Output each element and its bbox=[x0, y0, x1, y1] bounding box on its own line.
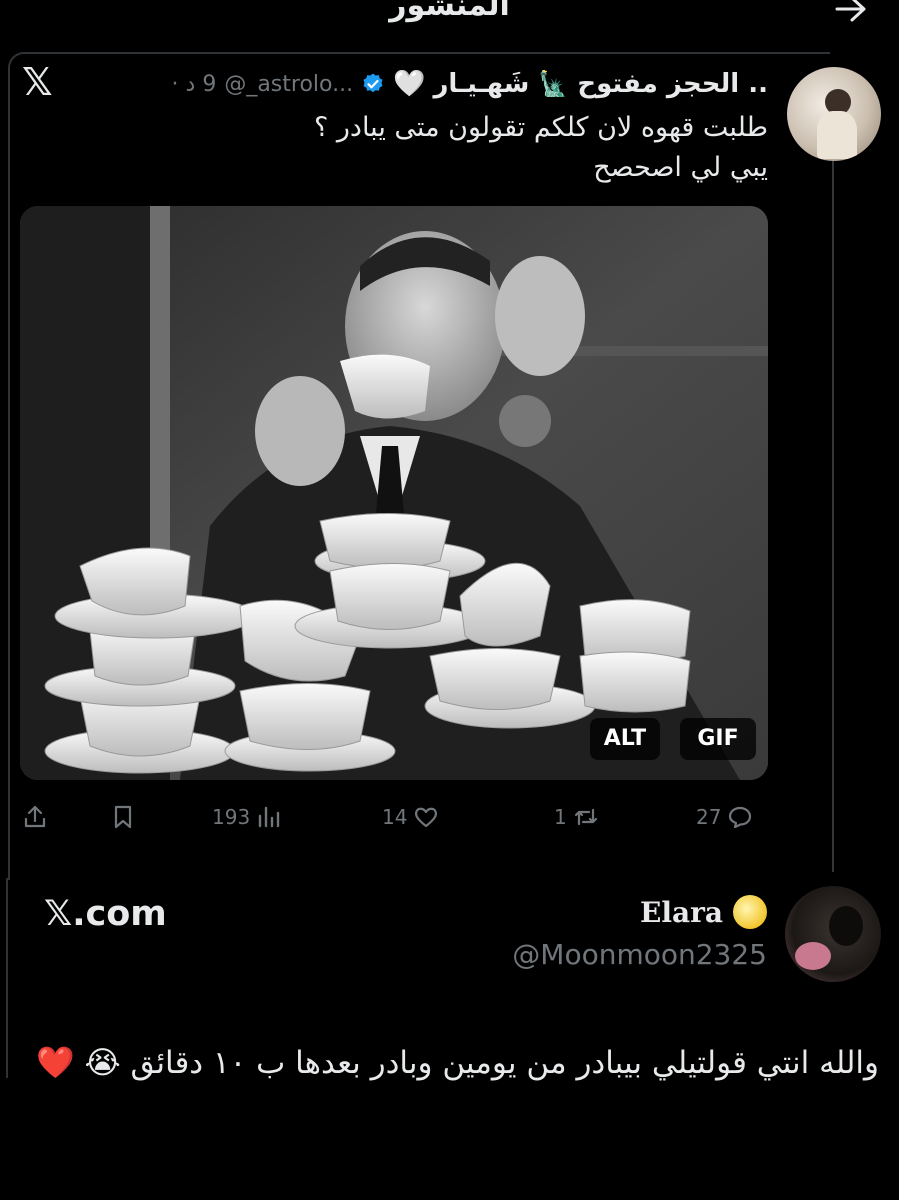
heart-icon bbox=[415, 807, 438, 828]
name-main: شَهـيـار bbox=[433, 69, 530, 99]
author-handle[interactable]: @_astrolo... bbox=[224, 72, 353, 97]
post-media-gif[interactable] bbox=[20, 206, 768, 780]
gif-badge: GIF bbox=[680, 718, 756, 760]
white-heart-icon: 🤍 bbox=[393, 69, 426, 99]
post-text: طلبت قهوه لان كلكم تقولون متى يبادر ؟ يب… bbox=[128, 108, 768, 188]
reply-name-text: Elara bbox=[639, 895, 723, 929]
reply-author-avatar[interactable] bbox=[785, 886, 881, 982]
thread-line-left bbox=[6, 878, 8, 1078]
full-moon-icon bbox=[733, 895, 767, 929]
bookmark-button[interactable] bbox=[110, 800, 136, 834]
arrow-right-icon[interactable] bbox=[833, 0, 869, 24]
post-time: 9 د · bbox=[171, 71, 217, 97]
reply-button[interactable]: 27 bbox=[696, 800, 753, 834]
bookmark-icon bbox=[114, 805, 132, 829]
alt-badge[interactable]: ALT bbox=[590, 718, 660, 760]
post-text-line: يبي لي اصحصح bbox=[593, 152, 768, 183]
author-name[interactable]: .. الحجز مفتوح 🗽 شَهـيـار bbox=[433, 69, 768, 99]
thread-line bbox=[832, 160, 834, 872]
name-rest: .. الحجز مفتوح bbox=[577, 69, 768, 99]
share-icon bbox=[24, 805, 46, 828]
gif-image bbox=[20, 206, 768, 780]
post-text-line: طلبت قهوه لان كلكم تقولون متى يبادر ؟ bbox=[313, 112, 768, 143]
author-avatar[interactable] bbox=[787, 67, 881, 161]
like-count: 14 bbox=[382, 805, 408, 829]
repost-icon bbox=[574, 808, 597, 826]
share-button[interactable] bbox=[22, 800, 48, 834]
reply-count: 27 bbox=[696, 805, 722, 829]
repost-count: 1 bbox=[554, 805, 567, 829]
views-button[interactable]: 193 bbox=[212, 800, 282, 834]
reply-bubble-icon bbox=[729, 806, 752, 829]
x-logo-icon: 𝕏 bbox=[22, 60, 53, 104]
page-title: المنشور bbox=[389, 0, 510, 23]
reply-author-handle[interactable]: @Moonmoon2325 bbox=[512, 938, 767, 971]
x-com-label: 𝕏.com bbox=[44, 894, 167, 934]
verified-badge-icon bbox=[363, 73, 383, 93]
views-count: 193 bbox=[212, 805, 251, 829]
views-chart-icon bbox=[258, 806, 280, 828]
like-button[interactable]: 14 bbox=[382, 800, 439, 834]
statue-of-liberty-icon: 🗽 bbox=[538, 70, 569, 98]
reply-author-name[interactable]: Elara bbox=[640, 895, 767, 929]
author-line: 9 د · @_astrolo... 🤍 .. الحجز مفتوح 🗽 شَ… bbox=[172, 64, 768, 104]
reply-text: والله انتي قولتيلي بيبادر من يومين وبادر… bbox=[36, 1045, 879, 1081]
repost-button[interactable]: 1 bbox=[554, 800, 599, 834]
